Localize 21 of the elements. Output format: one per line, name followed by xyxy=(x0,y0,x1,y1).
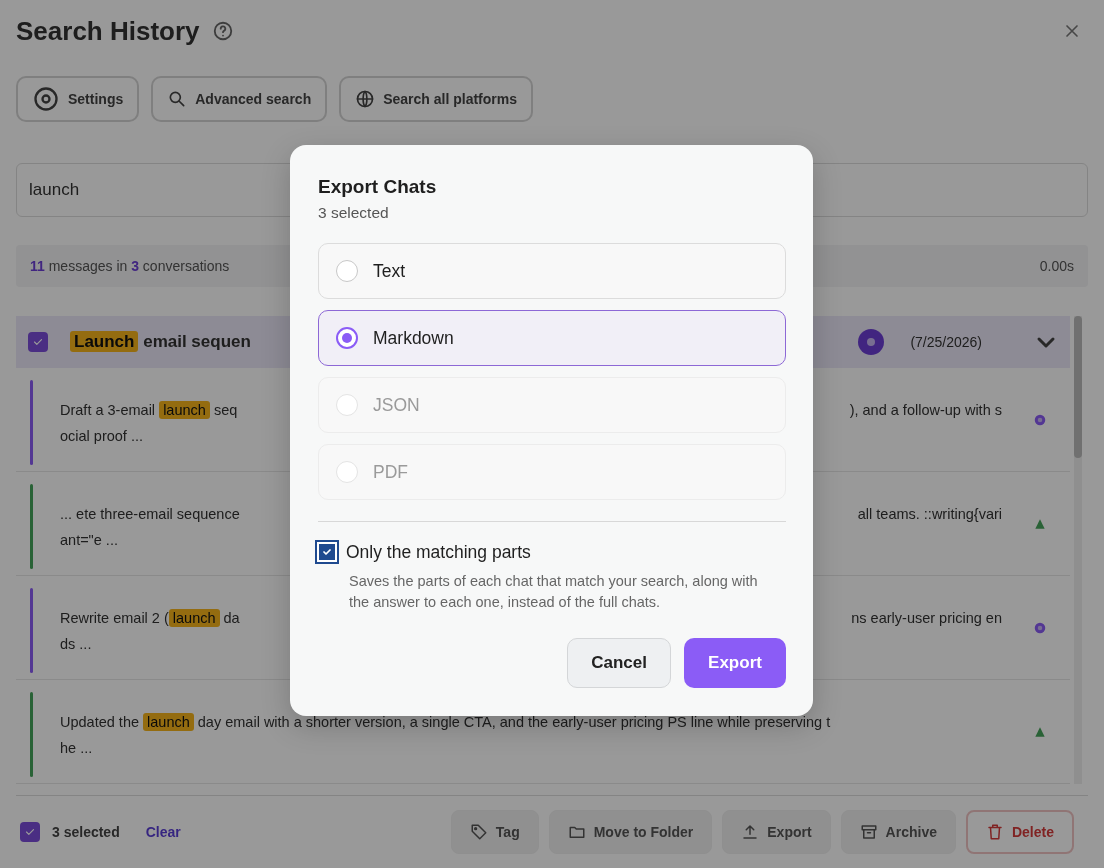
message-text: ds ... xyxy=(60,634,92,654)
page-title: Search History xyxy=(16,15,200,47)
message-text: all teams. ::writing{vari xyxy=(857,504,1002,524)
format-label: Text xyxy=(373,260,406,282)
message-text: ant="e ... xyxy=(60,530,118,550)
search-time: 0.00s xyxy=(1039,258,1074,274)
message-text: Rewrite email 2 ( launch da xyxy=(60,607,240,629)
results-summary: 11 messages in 3 conversations xyxy=(30,258,230,274)
dialog-title: Export Chats xyxy=(318,175,438,199)
option-description: Saves the parts of each chat that match your search, along with the answer to each one, instead of the full chats. xyxy=(349,572,759,612)
message-text: ... ete three-email sequence xyxy=(60,504,240,524)
dialog-subtitle: 3 selected xyxy=(318,204,390,222)
format-label: JSON xyxy=(373,394,420,416)
message-text: he ... xyxy=(60,738,93,758)
selection-count: 3 selected xyxy=(52,824,120,840)
message-text: ), and a follow-up with s xyxy=(849,400,1002,420)
message-text: Draft a 3-email launch seq xyxy=(60,399,238,421)
message-text: ocial proof ... xyxy=(60,426,143,446)
conversation-date: (7/25/2026) xyxy=(910,334,982,350)
format-label: Markdown xyxy=(373,327,454,349)
message-text: ns early-user pricing en xyxy=(851,608,1002,628)
